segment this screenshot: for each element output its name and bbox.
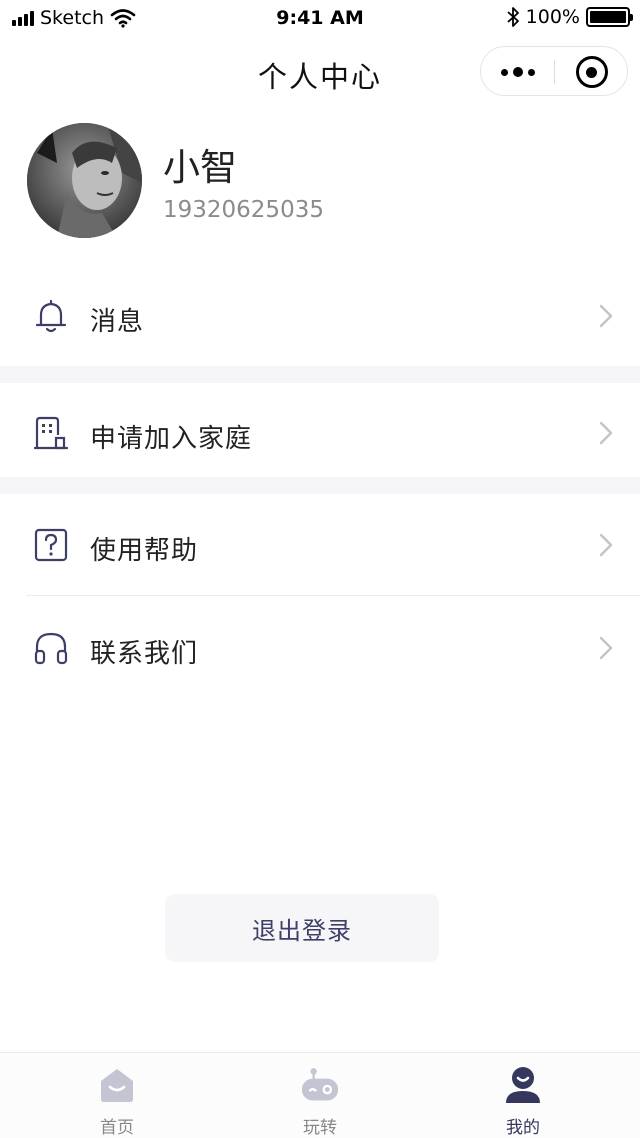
user-icon	[506, 1067, 540, 1103]
menu-item-help[interactable]: 使用帮助	[0, 495, 640, 595]
tab-play[interactable]: 玩转	[245, 1053, 395, 1138]
battery-percentage: 100%	[525, 6, 580, 28]
help-icon	[34, 528, 68, 562]
section-gap	[0, 366, 640, 383]
chevron-right-icon	[599, 421, 613, 445]
menu-item-label: 联系我们	[90, 639, 199, 669]
tab-bar: 首页 玩转 我的	[0, 1052, 640, 1138]
status-bar: Sketch 9:41 AM 100%	[0, 0, 640, 38]
menu-item-label: 申请加入家庭	[90, 424, 253, 454]
menu-item-contact[interactable]: 联系我们	[0, 598, 640, 698]
miniprogram-capsule	[480, 46, 628, 96]
chevron-right-icon	[599, 533, 613, 557]
bell-icon	[35, 299, 67, 333]
battery-icon	[586, 7, 633, 27]
home-icon	[101, 1069, 133, 1102]
logout-button[interactable]: 退出登录	[165, 894, 439, 962]
menu-item-label: 消息	[90, 307, 145, 337]
more-icon[interactable]	[481, 47, 554, 97]
building-icon	[33, 416, 69, 450]
menu-item-label: 使用帮助	[90, 536, 199, 566]
headset-icon	[34, 632, 68, 665]
bluetooth-icon	[507, 7, 519, 27]
tab-mine[interactable]: 我的	[448, 1053, 598, 1138]
close-miniprogram-icon[interactable]	[555, 47, 628, 97]
tab-label: 我的	[506, 1118, 540, 1138]
chevron-right-icon	[599, 636, 613, 660]
profile-header: 小智 19320625035	[0, 104, 640, 254]
menu-item-messages[interactable]: 消息	[0, 266, 640, 366]
tab-label: 首页	[100, 1118, 134, 1138]
user-phone: 19320625035	[163, 197, 324, 223]
menu-item-join-family[interactable]: 申请加入家庭	[0, 383, 640, 483]
nav-bar: 个人中心	[0, 38, 640, 104]
tab-home[interactable]: 首页	[42, 1053, 192, 1138]
avatar[interactable]	[27, 123, 142, 238]
tab-label: 玩转	[303, 1118, 337, 1138]
status-right: 100%	[506, 6, 633, 28]
user-name: 小智	[163, 146, 237, 189]
section-gap	[0, 477, 640, 494]
robot-icon	[301, 1068, 339, 1101]
chevron-right-icon	[599, 304, 613, 328]
menu-divider	[26, 595, 640, 596]
